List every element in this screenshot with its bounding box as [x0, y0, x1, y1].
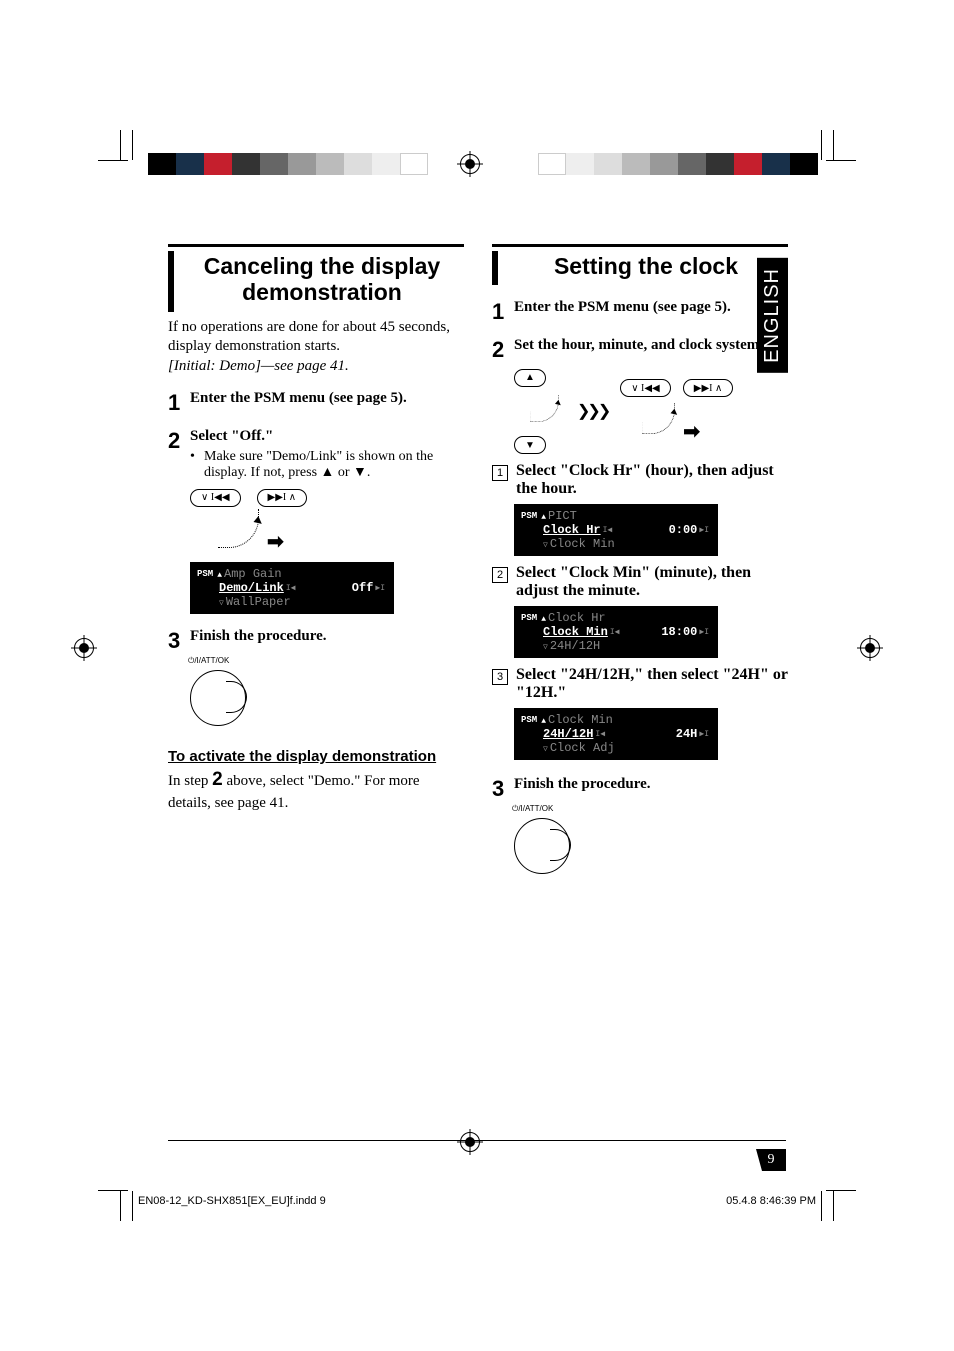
registration-mark-icon — [860, 638, 880, 658]
crop-mark — [98, 160, 128, 161]
next-track-button-icon: ▶▶I ∧ — [257, 489, 308, 507]
step-3: 3 Finish the procedure. — [492, 776, 788, 800]
prev-track-button-icon: ∨ I◀◀ — [620, 379, 671, 397]
crop-mark — [833, 1191, 834, 1221]
step-3: 3 Finish the procedure. — [168, 628, 464, 652]
crop-mark — [132, 1191, 133, 1221]
color-calibration-bar — [538, 153, 818, 175]
right-column: Setting the clock 1 Enter the PSM menu (… — [492, 244, 788, 874]
color-calibration-bar — [148, 153, 428, 175]
prev-track-button-icon: ∨ I◀◀ — [190, 489, 241, 507]
motion-arc-icon — [530, 395, 559, 422]
motion-arc-icon — [218, 509, 259, 548]
dial-knob-icon — [514, 818, 570, 874]
crop-mark — [826, 160, 856, 161]
page-content: Canceling the display demonstration If n… — [168, 244, 788, 874]
registration-mark-icon — [460, 154, 480, 174]
lcd-screen-24h12h: PSMClock Min 24H/12HI◀24H▶I Clock Adj — [514, 708, 718, 760]
crop-mark — [132, 130, 133, 160]
motion-arc-icon — [642, 403, 675, 434]
footer-rule — [168, 1140, 786, 1141]
registration-mark-icon — [460, 1132, 480, 1152]
crop-mark — [120, 130, 121, 160]
crop-mark — [821, 1191, 822, 1221]
subheading: To activate the display demonstration — [168, 748, 464, 765]
button-diagram: ∨ I◀◀ ▶▶I ∧ ➡ — [190, 487, 464, 554]
lcd-screen-clock-min: PSMClock Hr Clock MinI◀18:00▶I 24H/12H — [514, 606, 718, 658]
step-2: 2 Set the hour, minute, and clock system… — [492, 337, 788, 361]
page-number: 9 — [756, 1149, 786, 1171]
button-diagram-column: ▲ ▼ ❯❯❯ ∨ I◀◀ ▶▶I ∧ ➡ — [514, 367, 788, 454]
up-button-icon: ▲ — [514, 369, 546, 387]
crop-mark — [826, 1190, 856, 1191]
step-2: 2 Select "Off." • Make sure "Demo/Link" … — [168, 428, 464, 481]
step-1: 1 Enter the PSM menu (see page 5). — [492, 299, 788, 323]
next-track-button-icon: ▶▶I ∧ — [683, 379, 734, 397]
body-text: In step 2 above, select "Demo." For more… — [168, 767, 464, 813]
crop-mark — [98, 1190, 128, 1191]
arrow-right-icon: ➡ — [683, 421, 700, 443]
section-heading: Canceling the display demonstration — [180, 251, 464, 312]
sub-step-3: 3 Select "24H/12H," then select "24H" or… — [492, 666, 788, 702]
section-heading: Setting the clock — [504, 251, 788, 285]
arrow-right-icon: ➡ — [267, 531, 284, 553]
left-column: Canceling the display demonstration If n… — [168, 244, 464, 874]
intro-text: If no operations are done for about 45 s… — [168, 318, 464, 377]
crop-mark — [821, 130, 822, 160]
footer-file-ref: EN08-12_KD-SHX851[EX_EU]f.indd 9 — [138, 1195, 326, 1207]
arrow-right-icon: ❯❯❯ — [577, 401, 608, 421]
footer-timestamp: 05.4.8 8:46:39 PM — [726, 1195, 816, 1207]
lcd-screen-demo: PSMAmp Gain Demo/LinkI◀Off▶I WallPaper — [190, 562, 394, 614]
dial-knob-icon — [190, 670, 246, 726]
registration-mark-icon — [74, 638, 94, 658]
sub-step-2: 2 Select "Clock Min" (minute), then adju… — [492, 564, 788, 600]
lcd-screen-clock-hr: PSMPICT Clock HrI◀0:00▶I Clock Min — [514, 504, 718, 556]
down-button-icon: ▼ — [514, 436, 546, 454]
sub-step-1: 1 Select "Clock Hr" (hour), then adjust … — [492, 462, 788, 498]
crop-mark — [120, 1191, 121, 1221]
crop-mark — [833, 130, 834, 160]
step-1: 1 Enter the PSM menu (see page 5). — [168, 390, 464, 414]
dial-label: ⏻/I/ATT/OK — [188, 656, 464, 666]
dial-label: ⏻/I/ATT/OK — [512, 804, 788, 814]
